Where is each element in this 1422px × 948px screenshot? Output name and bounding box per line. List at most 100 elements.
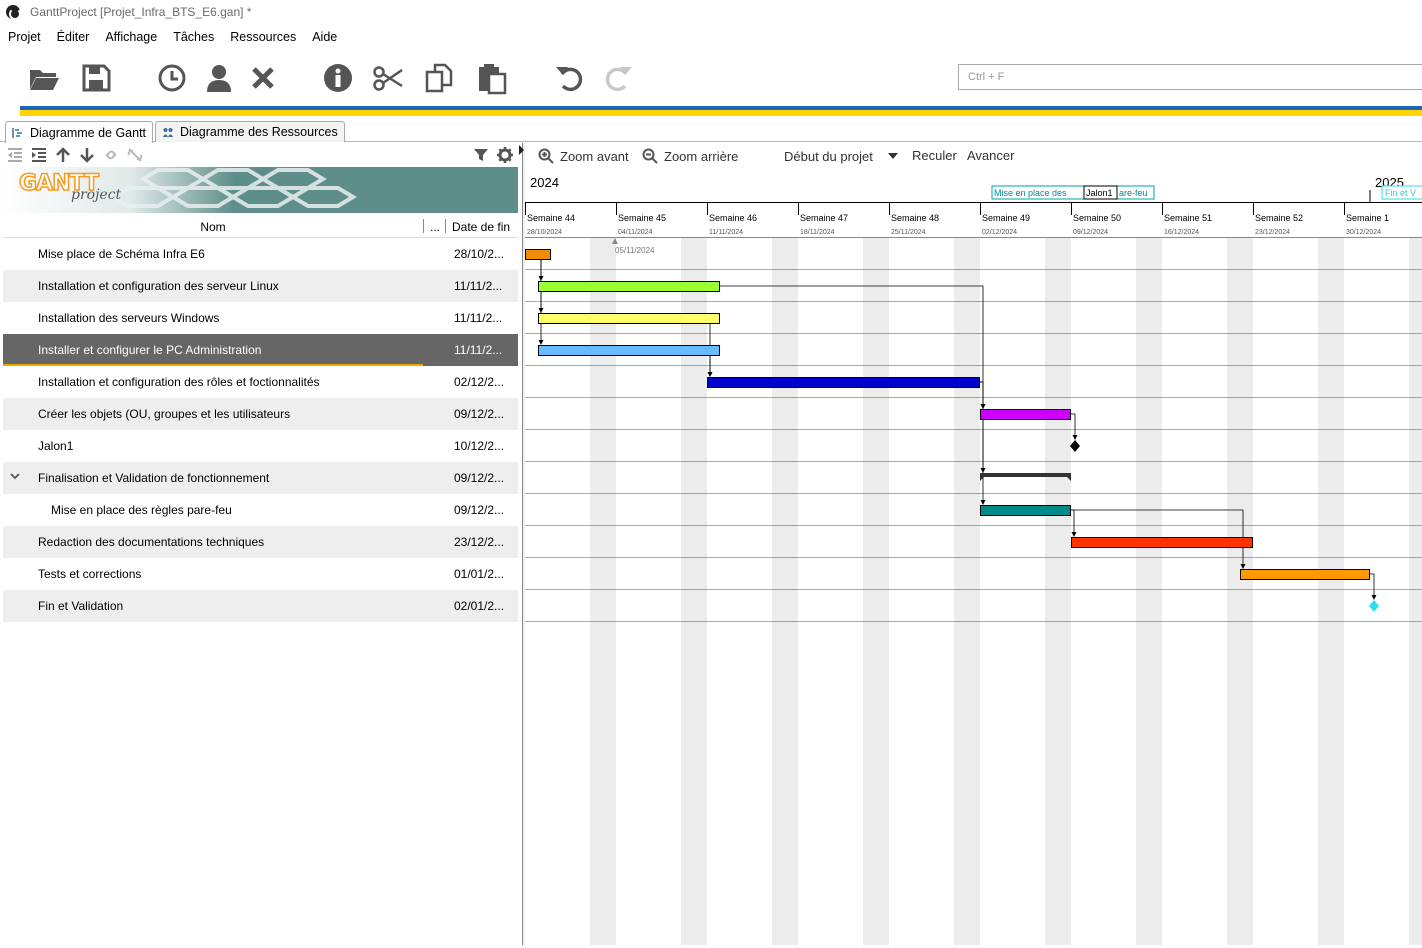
year-label: 2024 xyxy=(530,175,559,190)
tab-gantt[interactable]: Diagramme de Gantt xyxy=(5,121,154,143)
weekend-band xyxy=(772,238,798,945)
task-end-date: 23/12/2... xyxy=(454,535,505,549)
table-row[interactable]: Finalisation et Validation de fonctionne… xyxy=(3,462,518,494)
week-date: 16/12/2024 xyxy=(1164,229,1199,236)
undo-icon[interactable] xyxy=(550,58,590,98)
table-row[interactable]: Redaction des documentations techniques 2… xyxy=(3,526,518,558)
user-icon[interactable] xyxy=(199,58,239,98)
search-input[interactable]: Ctrl + F xyxy=(958,64,1422,90)
menu-aide[interactable]: Aide xyxy=(312,30,337,44)
task-bar[interactable] xyxy=(538,313,720,324)
move-down-icon[interactable] xyxy=(78,146,96,164)
task-bar[interactable] xyxy=(1071,537,1253,548)
back-button[interactable]: Reculer xyxy=(912,148,957,163)
delete-icon[interactable] xyxy=(243,58,283,98)
info-icon[interactable] xyxy=(318,58,358,98)
table-row[interactable]: Installation des serveurs Windows 11/11/2… xyxy=(3,302,518,334)
color-stripe xyxy=(20,106,1422,116)
menu-editer[interactable]: Éditer xyxy=(57,30,90,44)
paste-icon[interactable] xyxy=(472,58,512,98)
redo-icon[interactable] xyxy=(598,58,638,98)
menu-taches[interactable]: Tâches xyxy=(173,30,214,44)
save-icon[interactable] xyxy=(76,58,116,98)
table-row[interactable]: Installation et configuration des serveu… xyxy=(3,270,518,302)
view-tabs: Diagramme de Gantt Diagramme des Ressour… xyxy=(0,120,1422,143)
chevron-down-icon[interactable] xyxy=(9,470,21,482)
task-bar[interactable] xyxy=(538,345,720,356)
table-row[interactable]: Fin et Validation 02/01/2... xyxy=(3,590,518,622)
col-header-end-date[interactable]: Date de fin xyxy=(452,220,510,234)
task-bar[interactable] xyxy=(525,249,551,260)
weekend-band xyxy=(1045,238,1071,945)
settings-icon[interactable] xyxy=(496,146,514,164)
week-label: Semaine 50 xyxy=(1073,213,1121,223)
menu-projet[interactable]: Projet xyxy=(8,30,41,44)
cut-icon[interactable] xyxy=(368,58,408,98)
filter-icon[interactable] xyxy=(472,146,490,164)
table-row[interactable]: Mise place de Schéma Infra E6 28/10/2... xyxy=(3,238,518,270)
task-bar[interactable] xyxy=(1240,569,1370,580)
week-label: Semaine 44 xyxy=(527,213,575,223)
menu-ressources[interactable]: Ressources xyxy=(230,30,296,44)
app-icon xyxy=(6,5,21,20)
task-rows: Mise place de Schéma Infra E6 28/10/2... I… xyxy=(3,238,518,622)
col-header-more[interactable]: ... xyxy=(427,220,443,234)
unindent-icon[interactable] xyxy=(6,146,24,164)
menu-bar: Projet Éditer Affichage Tâches Ressource… xyxy=(0,26,1422,48)
milestone-diamond[interactable] xyxy=(1369,600,1379,612)
task-end-date: 11/11/2... xyxy=(454,311,503,325)
gantt-chart-canvas[interactable]: 2024 2025Semaine 4428/10/2024Semaine 4504… xyxy=(525,167,1422,945)
forward-label: Avancer xyxy=(967,148,1015,163)
week-date: 30/12/2024 xyxy=(1346,229,1381,236)
table-row[interactable]: Mise en place des règles pare-feu 09/12/2… xyxy=(3,494,518,526)
project-start-dropdown[interactable]: Début du projet xyxy=(784,148,901,164)
forward-button[interactable]: Avancer xyxy=(967,148,1014,163)
chart-toolbar: Zoom avant Zoom arrière Début du projet … xyxy=(526,143,1422,167)
col-header-name[interactable]: Nom xyxy=(3,220,423,234)
zoom-in-button[interactable]: Zoom avant xyxy=(538,148,629,164)
task-bar[interactable] xyxy=(980,409,1071,420)
weekend-band xyxy=(1409,238,1422,945)
task-name: Mise en place des règles pare-feu xyxy=(51,503,232,517)
week-label: Semaine 46 xyxy=(709,213,757,223)
folder-open-icon[interactable] xyxy=(24,58,64,98)
link-icon[interactable] xyxy=(102,146,120,164)
table-row[interactable]: Créer les objets (OU, groupes et les uti… xyxy=(3,398,518,430)
task-end-date: 28/10/2... xyxy=(454,247,505,261)
move-up-icon[interactable] xyxy=(54,146,72,164)
clock-icon[interactable] xyxy=(152,58,192,98)
zoom-out-button[interactable]: Zoom arrière xyxy=(642,148,738,164)
task-name: Fin et Validation xyxy=(38,599,124,613)
weekend-band xyxy=(1318,238,1344,945)
menu-affichage[interactable]: Affichage xyxy=(105,30,157,44)
unlink-icon[interactable] xyxy=(126,146,144,164)
dependency-line xyxy=(980,381,984,504)
table-row[interactable]: Tests et corrections 01/01/2... xyxy=(3,558,518,590)
tab-resources-label: Diagramme des Ressources xyxy=(180,125,338,139)
table-row[interactable]: Jalon1 10/12/2... xyxy=(3,430,518,462)
weekend-band xyxy=(1227,238,1253,945)
table-row[interactable]: Installer et configurer le PC Administra… xyxy=(3,334,518,366)
week-date: 23/12/2024 xyxy=(1255,229,1290,236)
task-end-date: 02/12/2... xyxy=(454,375,505,389)
week-label: Semaine 1 xyxy=(1346,213,1389,223)
task-end-date: 09/12/2... xyxy=(454,503,505,517)
chevron-down-icon xyxy=(887,153,898,159)
task-bar[interactable] xyxy=(980,505,1071,516)
week-label: Semaine 52 xyxy=(1255,213,1303,223)
copy-icon[interactable] xyxy=(420,58,460,98)
tab-resources[interactable]: Diagramme des Ressources xyxy=(155,121,345,142)
table-row[interactable]: Installation et configuration des rôles … xyxy=(3,366,518,398)
task-bar[interactable] xyxy=(707,377,980,388)
task-end-date: 01/01/2... xyxy=(454,567,505,581)
gantt-chart[interactable]: 2024 2025 Semaine 44 28/10/2024 Semaine 45 04… xyxy=(525,167,1422,945)
milestone-label: Mise en place des xyxy=(994,188,1067,198)
milestone-diamond[interactable] xyxy=(1070,440,1080,452)
milestone-label: Fin et V xyxy=(1385,188,1416,198)
zoom-in-icon xyxy=(538,148,554,164)
task-end-date: 10/12/2... xyxy=(454,439,505,453)
indent-icon[interactable] xyxy=(30,146,48,164)
task-bar[interactable] xyxy=(538,281,720,292)
milestone-label: Jalon1 xyxy=(1086,188,1113,198)
task-name: Redaction des documentations techniques xyxy=(38,535,265,549)
